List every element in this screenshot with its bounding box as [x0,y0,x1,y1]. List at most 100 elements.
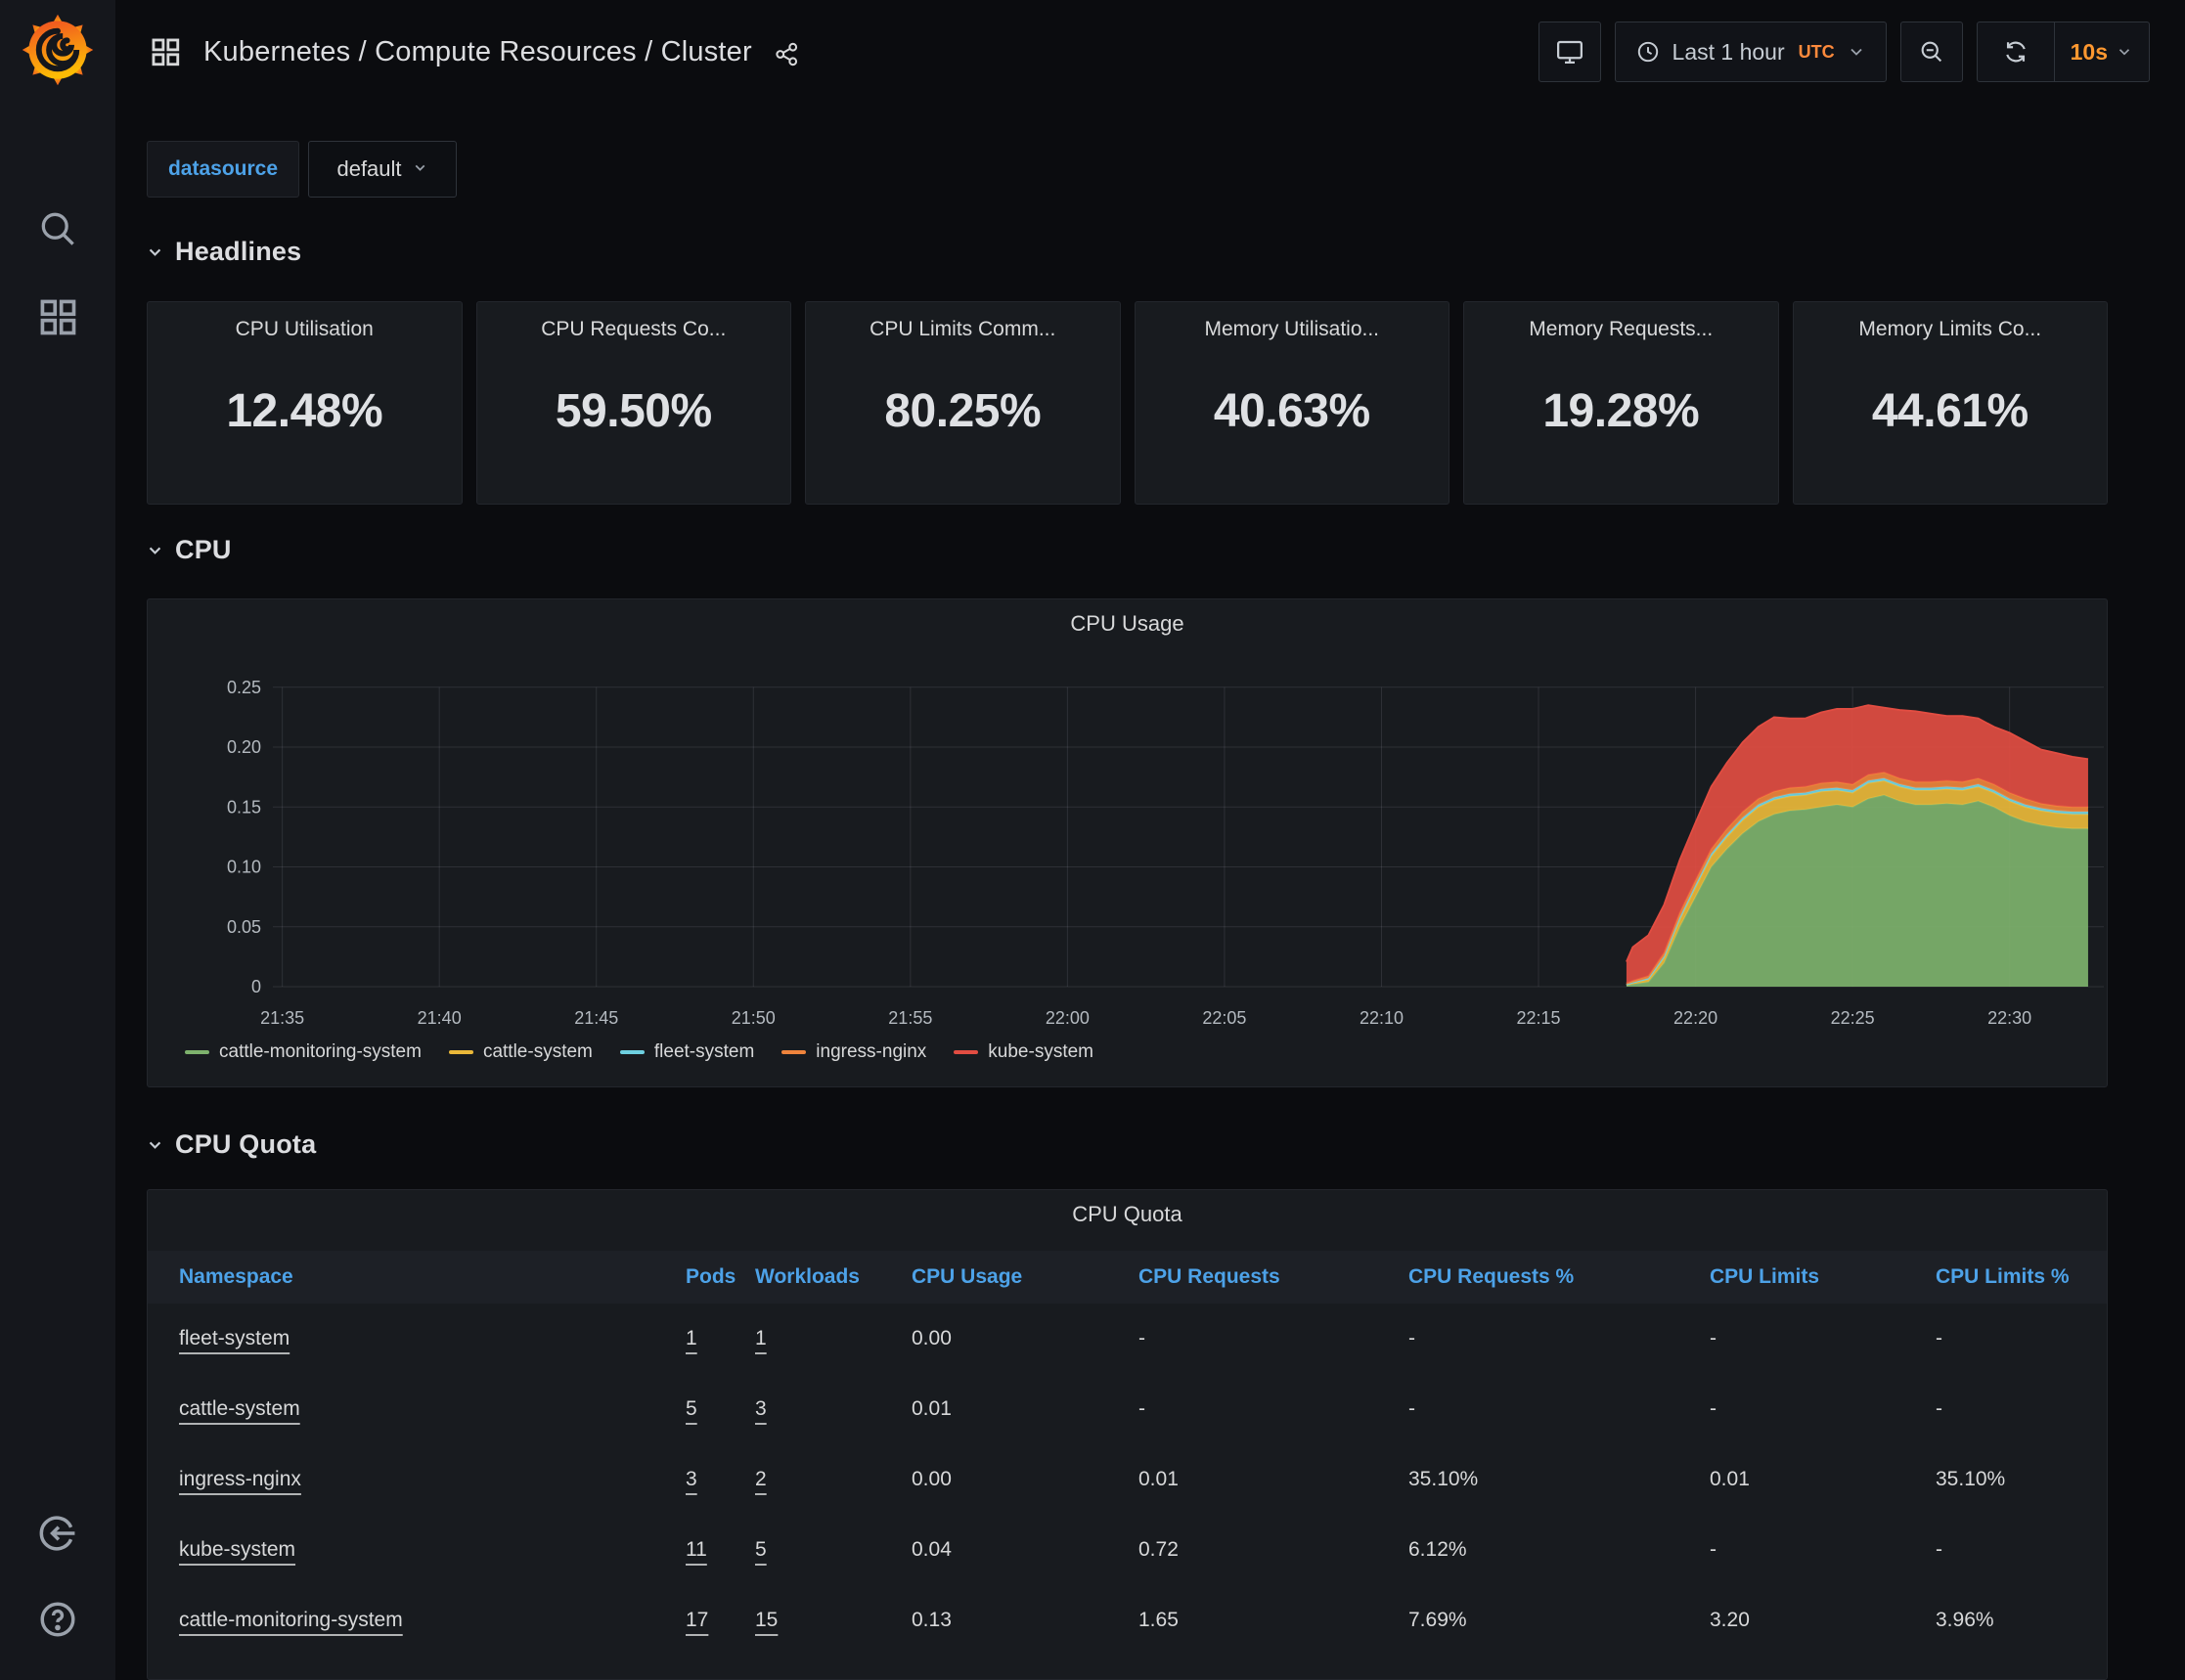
datasource-variable-value: default [336,156,401,182]
namespace-cell[interactable]: fleet-system [179,1327,686,1350]
refresh-interval-dropdown[interactable]: 10s [2054,22,2149,81]
cpu-usage-cell: 0.13 [912,1609,1138,1632]
stat-value: 12.48% [148,384,462,438]
x-axis-tick-label: 22:25 [1831,1008,1875,1028]
workloads-cell[interactable]: 2 [755,1468,912,1491]
table-row: cattle-monitoring-system17150.131.657.69… [148,1585,2107,1656]
stat-value: 40.63% [1136,384,1449,438]
stat-value: 80.25% [806,384,1120,438]
dashboard-header: Kubernetes / Compute Resources / Cluster [149,35,800,68]
pods-cell[interactable]: 1 [686,1327,755,1350]
legend-label: kube-system [988,1041,1093,1063]
section-cpu-quota-title: CPU Quota [175,1129,316,1160]
legend-item-ingress-nginx[interactable]: ingress-nginx [781,1041,926,1063]
cpu-requests-pct-cell: 35.10% [1408,1468,1710,1491]
legend-item-cattle-system[interactable]: cattle-system [449,1041,593,1063]
x-axis-tick-label: 21:50 [732,1008,776,1028]
stat-value: 59.50% [477,384,791,438]
pods-cell[interactable]: 5 [686,1397,755,1421]
table-row: kube-system1150.040.726.12%-- [148,1515,2107,1585]
dashboards-icon[interactable] [36,295,79,338]
namespace-cell[interactable]: kube-system [179,1538,686,1562]
time-range-picker[interactable]: Last 1 hour UTC [1615,22,1887,82]
chevron-down-icon [147,243,163,260]
cpu-usage-cell: 0.00 [912,1327,1138,1350]
namespace-cell[interactable]: cattle-monitoring-system [179,1609,686,1632]
x-axis-tick-label: 22:05 [1202,1008,1246,1028]
column-header-pods[interactable]: Pods [686,1265,755,1289]
sign-out-icon[interactable] [36,1512,79,1555]
cpu-quota-panel-title: CPU Quota [148,1190,2107,1227]
section-headlines[interactable]: Headlines [147,237,301,267]
refresh-button[interactable] [1978,22,2054,81]
stat-title: CPU Limits Comm... [806,302,1120,341]
cpu-requests-cell: 0.01 [1138,1468,1408,1491]
cpu-limits-pct-cell: - [1936,1327,2107,1350]
stat-title: Memory Limits Co... [1794,302,2108,341]
sidebar [0,0,115,1680]
refresh-icon [2002,38,2029,66]
legend-item-kube-system[interactable]: kube-system [954,1041,1093,1063]
cpu-requests-pct-cell: - [1408,1397,1710,1421]
cpu-requests-pct-cell: - [1408,1327,1710,1350]
time-range-label: Last 1 hour [1672,39,1785,66]
column-header-cpu-limits[interactable]: CPU Limits [1710,1265,1936,1289]
section-cpu[interactable]: CPU [147,535,232,565]
cpu-limits-cell: - [1710,1538,1936,1562]
section-cpu-quota[interactable]: CPU Quota [147,1129,316,1160]
cpu-usage-panel: CPU Usage 00.050.100.150.200.2521:3521:4… [147,598,2108,1087]
x-axis-tick-label: 21:55 [888,1008,932,1028]
chart-legend: cattle-monitoring-system cattle-system f… [185,1041,1093,1063]
pods-cell[interactable]: 11 [686,1538,755,1562]
search-icon[interactable] [36,207,79,250]
x-axis-tick-label: 22:30 [1987,1008,2031,1028]
stat-panel: Memory Limits Co... 44.61% [1793,301,2109,505]
cpu-usage-chart[interactable]: 00.050.100.150.200.2521:3521:4021:4521:5… [148,599,2109,1088]
column-header-cpu-requests[interactable]: CPU Requests [1138,1265,1408,1289]
cpu-usage-cell: 0.04 [912,1538,1138,1562]
help-icon[interactable] [36,1598,79,1641]
column-header-cpu-limits-[interactable]: CPU Limits % [1936,1265,2107,1289]
x-axis-tick-label: 21:40 [418,1008,462,1028]
stat-value: 19.28% [1464,384,1778,438]
zoom-out-button[interactable] [1900,22,1963,82]
share-icon[interactable] [774,41,800,67]
y-axis-tick-label: 0 [251,977,261,996]
datasource-variable-label: datasource [147,141,299,198]
workloads-cell[interactable]: 5 [755,1538,912,1562]
legend-label: ingress-nginx [816,1041,926,1063]
chevron-down-icon [1847,42,1866,62]
workloads-cell[interactable]: 15 [755,1609,912,1632]
legend-item-fleet-system[interactable]: fleet-system [620,1041,754,1063]
cpu-requests-cell: 1.65 [1138,1609,1408,1632]
section-headlines-title: Headlines [175,237,301,267]
workloads-cell[interactable]: 1 [755,1327,912,1350]
x-axis-tick-label: 22:00 [1046,1008,1090,1028]
datasource-variable-dropdown[interactable]: default [308,141,457,198]
grafana-dashboard: Kubernetes / Compute Resources / Cluster [0,0,2185,1680]
pods-cell[interactable]: 3 [686,1468,755,1491]
cpu-limits-cell: 3.20 [1710,1609,1936,1632]
pods-cell[interactable]: 17 [686,1609,755,1632]
cpu-limits-pct-cell: 3.96% [1936,1609,2107,1632]
cpu-usage-cell: 0.01 [912,1397,1138,1421]
column-header-workloads[interactable]: Workloads [755,1265,912,1289]
column-header-namespace[interactable]: Namespace [179,1265,686,1289]
monitor-icon [1555,37,1584,66]
dashboard-grid-icon[interactable] [149,35,182,68]
x-axis-tick-label: 22:15 [1517,1008,1561,1028]
chevron-down-icon [147,1136,163,1153]
stat-panel: CPU Limits Comm... 80.25% [805,301,1121,505]
column-header-cpu-requests-[interactable]: CPU Requests % [1408,1265,1710,1289]
stat-value: 44.61% [1794,384,2108,438]
cpu-limits-pct-cell: - [1936,1538,2107,1562]
namespace-cell[interactable]: cattle-system [179,1397,686,1421]
stat-panel: Memory Requests... 19.28% [1463,301,1779,505]
namespace-cell[interactable]: ingress-nginx [179,1468,686,1491]
grafana-logo-icon[interactable] [22,14,94,86]
legend-label: cattle-monitoring-system [219,1041,422,1063]
workloads-cell[interactable]: 3 [755,1397,912,1421]
legend-item-cattle-monitoring-system[interactable]: cattle-monitoring-system [185,1041,422,1063]
cycle-view-button[interactable] [1538,22,1601,82]
column-header-cpu-usage[interactable]: CPU Usage [912,1265,1138,1289]
